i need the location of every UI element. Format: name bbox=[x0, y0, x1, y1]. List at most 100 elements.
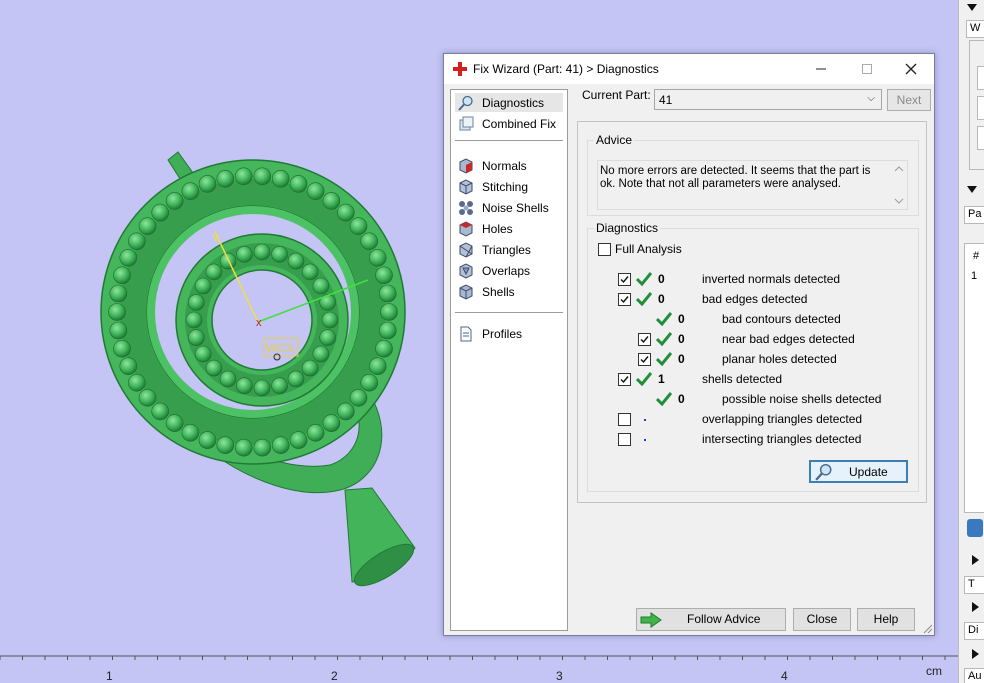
expand-triangle-icon[interactable] bbox=[972, 649, 979, 659]
current-part-value: 41 bbox=[659, 93, 673, 107]
diagnostic-count: 0 bbox=[658, 272, 665, 286]
panel-tab[interactable]: Pa bbox=[964, 206, 984, 224]
bead bbox=[349, 388, 368, 407]
advice-scrollbar[interactable] bbox=[892, 162, 906, 208]
panel-tab[interactable]: Au bbox=[964, 668, 984, 683]
bead bbox=[108, 303, 126, 321]
advice-text-area[interactable]: No more errors are detected. It seems th… bbox=[597, 160, 908, 210]
ok-check-icon bbox=[636, 272, 652, 287]
bead bbox=[287, 252, 305, 270]
not-analysed-dot-icon bbox=[644, 419, 646, 421]
collapse-triangle-icon[interactable] bbox=[967, 186, 977, 193]
close-button[interactable]: Close bbox=[793, 608, 851, 631]
parts-list[interactable] bbox=[964, 243, 984, 513]
panel-button[interactable] bbox=[977, 66, 984, 90]
nav-item-combined-fix[interactable]: Combined Fix bbox=[455, 114, 563, 133]
bead bbox=[271, 170, 290, 188]
bead bbox=[188, 294, 205, 311]
diagnostic-label: near bad edges detected bbox=[722, 332, 855, 346]
ok-check-icon bbox=[636, 292, 652, 307]
bead bbox=[336, 203, 355, 222]
bead bbox=[128, 232, 146, 251]
follow-advice-label: Follow Advice bbox=[687, 612, 761, 626]
panel-tab[interactable]: Di bbox=[964, 622, 984, 640]
bead bbox=[219, 370, 237, 388]
nav-item-holes[interactable]: Holes bbox=[455, 219, 563, 238]
ok-check-icon bbox=[636, 372, 652, 387]
bead bbox=[181, 423, 200, 442]
next-button[interactable]: Next bbox=[887, 89, 931, 111]
parts-list-header: # bbox=[973, 250, 980, 262]
follow-advice-button[interactable]: Follow Advice bbox=[636, 608, 786, 631]
panel-button[interactable] bbox=[977, 126, 984, 150]
nav-item-profiles[interactable]: Profiles bbox=[455, 324, 563, 343]
diagnostic-checkbox[interactable] bbox=[618, 273, 631, 286]
overlaps-cube-icon bbox=[459, 263, 473, 279]
nav-item-overlaps[interactable]: Overlaps bbox=[455, 261, 563, 280]
fix-wizard-dialog: Fix Wizard (Part: 41) > Diagnostics Diag… bbox=[443, 53, 935, 636]
bead bbox=[289, 175, 308, 193]
document-icon bbox=[460, 326, 472, 342]
close-icon bbox=[905, 63, 917, 75]
nav-item-stitching[interactable]: Stitching bbox=[455, 177, 563, 196]
maximize-button[interactable] bbox=[844, 54, 890, 84]
bead bbox=[198, 175, 217, 193]
bead bbox=[322, 414, 341, 432]
bead bbox=[253, 379, 271, 397]
bead bbox=[319, 329, 337, 346]
nav-item-normals[interactable]: Normals bbox=[455, 156, 563, 175]
diagnostic-checkbox[interactable] bbox=[618, 293, 631, 306]
bead bbox=[151, 203, 169, 222]
parts-list-row[interactable]: 1 bbox=[971, 270, 977, 282]
diagnostic-label: inverted normals detected bbox=[702, 272, 841, 286]
panel-tab[interactable]: W bbox=[966, 20, 984, 38]
diagnostic-label: intersecting triangles detected bbox=[702, 432, 862, 446]
bead bbox=[375, 266, 393, 285]
diagnostic-checkbox[interactable] bbox=[618, 413, 631, 426]
resize-grip-icon[interactable] bbox=[923, 624, 933, 634]
bead bbox=[236, 377, 253, 395]
ok-check-icon bbox=[656, 352, 672, 367]
update-button[interactable]: Update bbox=[809, 460, 908, 483]
nav-item-triangles[interactable]: Triangles bbox=[455, 240, 563, 259]
bead bbox=[236, 246, 253, 263]
bead bbox=[287, 370, 305, 388]
advice-title: Advice bbox=[594, 133, 635, 147]
diagnostic-label: planar holes detected bbox=[722, 352, 837, 366]
bead bbox=[128, 373, 146, 392]
expand-triangle-icon[interactable] bbox=[972, 555, 979, 565]
nav-item-diagnostics[interactable]: Diagnostics bbox=[455, 93, 563, 112]
collapse-triangle-icon[interactable] bbox=[967, 4, 977, 11]
bead bbox=[165, 192, 184, 210]
title-bar[interactable]: Fix Wizard (Part: 41) > Diagnostics bbox=[444, 54, 934, 84]
holes-cube-icon bbox=[459, 221, 473, 237]
expand-triangle-icon[interactable] bbox=[972, 602, 979, 612]
svg-text:Y: Y bbox=[212, 233, 220, 245]
panel-tab[interactable]: T bbox=[964, 576, 984, 594]
diagnostic-checkbox[interactable] bbox=[618, 373, 631, 386]
diagnostic-label: possible noise shells detected bbox=[722, 392, 882, 406]
full-analysis-checkbox[interactable] bbox=[598, 243, 611, 256]
diagnostic-checkbox[interactable] bbox=[638, 353, 651, 366]
nav-item-shells[interactable]: Shells bbox=[455, 282, 563, 301]
panel-button[interactable] bbox=[977, 96, 984, 120]
diagnostics-title: Diagnostics bbox=[594, 221, 661, 235]
diagnostics-panel: Advice No more errors are detected. It s… bbox=[577, 121, 927, 503]
bead bbox=[194, 345, 212, 363]
minimize-button[interactable] bbox=[798, 54, 844, 84]
diagnostic-checkbox[interactable] bbox=[638, 333, 651, 346]
dialog-title: Fix Wizard (Part: 41) > Diagnostics bbox=[473, 62, 659, 76]
diagnostic-checkbox[interactable] bbox=[618, 433, 631, 446]
stitching-cube-icon bbox=[459, 179, 473, 195]
help-button[interactable]: Help bbox=[857, 608, 915, 631]
close-window-button[interactable] bbox=[888, 54, 934, 84]
bead bbox=[216, 436, 235, 455]
bead bbox=[113, 339, 131, 358]
bead bbox=[188, 329, 205, 346]
bead bbox=[113, 266, 131, 285]
bead bbox=[205, 263, 223, 281]
current-part-select[interactable]: 41 ⌵ bbox=[654, 89, 882, 110]
diagnostic-count: 0 bbox=[678, 352, 685, 366]
nav-item-noise-shells[interactable]: Noise Shells bbox=[455, 198, 563, 217]
cube-icon[interactable] bbox=[967, 519, 983, 537]
